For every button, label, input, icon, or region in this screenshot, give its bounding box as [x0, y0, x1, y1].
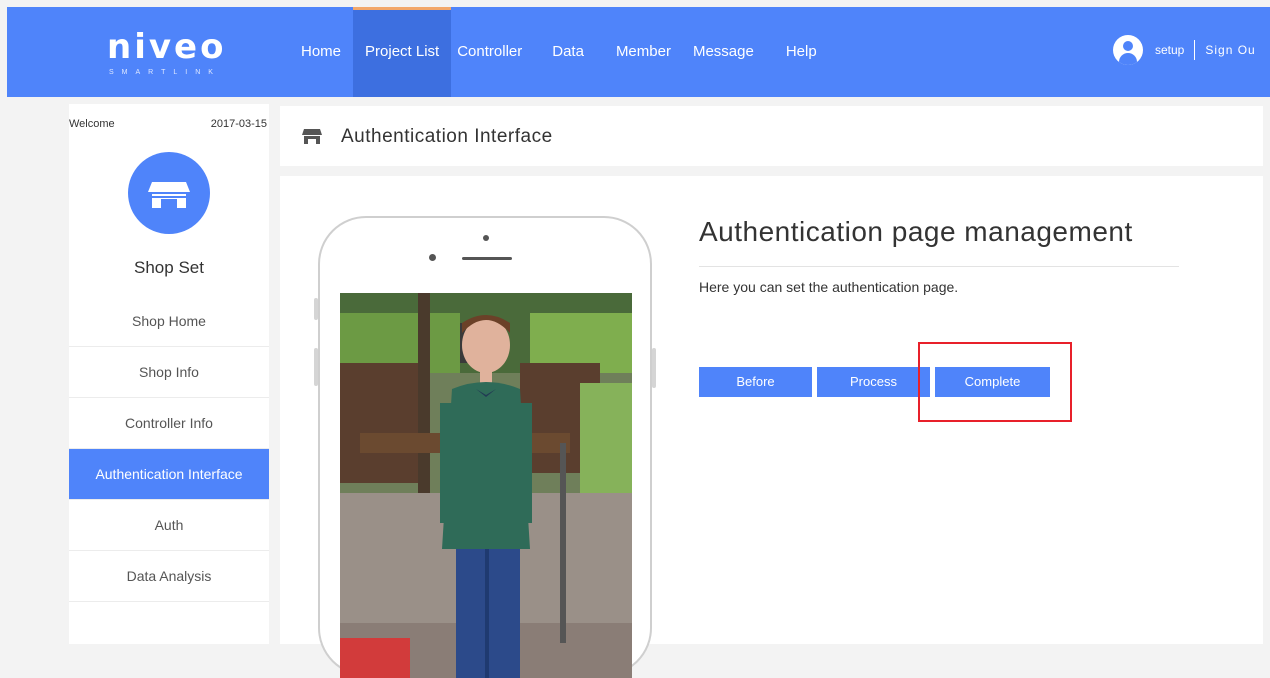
logo-subtext: SMARTLINK	[109, 69, 221, 76]
nav-data[interactable]: Data	[534, 7, 602, 97]
main-content: Authentication page management Here you …	[280, 176, 1263, 678]
phone-sensor	[483, 235, 489, 241]
nav-member[interactable]: Member	[602, 7, 683, 97]
section-title: Authentication page management	[699, 216, 1133, 247]
main-nav: Home Project List Controller Data Member…	[289, 7, 829, 97]
highlight-box	[918, 342, 1072, 422]
welcome-text: Welcome	[69, 118, 115, 130]
preview-image	[340, 293, 632, 678]
user-avatar-icon[interactable]	[1113, 35, 1143, 65]
sidebar-item-authentication-interface[interactable]: Authentication Interface	[69, 449, 269, 500]
process-button[interactable]: Process	[817, 367, 930, 397]
current-date: 2017-03-15	[210, 118, 267, 130]
section-header: Authentication Interface	[280, 106, 1263, 166]
sidebar-item-auth[interactable]: Auth	[69, 500, 269, 551]
preview-photo-boy	[340, 293, 632, 678]
top-nav-bar: niveo SMARTLINK Home Project List Contro…	[7, 7, 1270, 97]
shop-icon	[302, 129, 322, 144]
nav-message[interactable]: Message	[683, 7, 774, 97]
title-divider	[699, 266, 1179, 267]
niveo-logo[interactable]: niveo SMARTLINK	[99, 21, 259, 81]
shop-title: Shop Set	[134, 258, 204, 277]
logo-text: niveo	[107, 27, 227, 67]
phone-camera	[429, 254, 436, 261]
page-title: Authentication Interface	[341, 126, 553, 147]
sidebar-menu: Shop Home Shop Info Controller Info Auth…	[69, 296, 269, 602]
nav-home[interactable]: Home	[289, 7, 353, 97]
shop-icon	[148, 182, 190, 208]
phone-preview	[314, 216, 656, 678]
user-area: setup Sign Ou	[1113, 35, 1256, 65]
phone-side-button	[314, 348, 318, 386]
divider	[1194, 40, 1196, 60]
sidebar: Welcome 2017-03-15 Shop Set Shop Home Sh…	[69, 104, 269, 644]
phone-side-button	[314, 298, 318, 320]
phone-speaker	[462, 257, 512, 260]
sidebar-item-shop-home[interactable]: Shop Home	[69, 296, 269, 347]
nav-controller[interactable]: Controller	[451, 7, 534, 97]
section-description: Here you can set the authentication page…	[699, 279, 959, 295]
shop-avatar	[128, 152, 210, 234]
phone-side-button	[652, 348, 656, 388]
nav-help[interactable]: Help	[774, 7, 829, 97]
sidebar-item-controller-info[interactable]: Controller Info	[69, 398, 269, 449]
sidebar-item-shop-info[interactable]: Shop Info	[69, 347, 269, 398]
sidebar-item-data-analysis[interactable]: Data Analysis	[69, 551, 269, 602]
sign-out-link[interactable]: Sign Ou	[1205, 43, 1255, 57]
username[interactable]: setup	[1155, 43, 1184, 57]
nav-project-list[interactable]: Project List	[353, 7, 452, 97]
before-button[interactable]: Before	[699, 367, 812, 397]
